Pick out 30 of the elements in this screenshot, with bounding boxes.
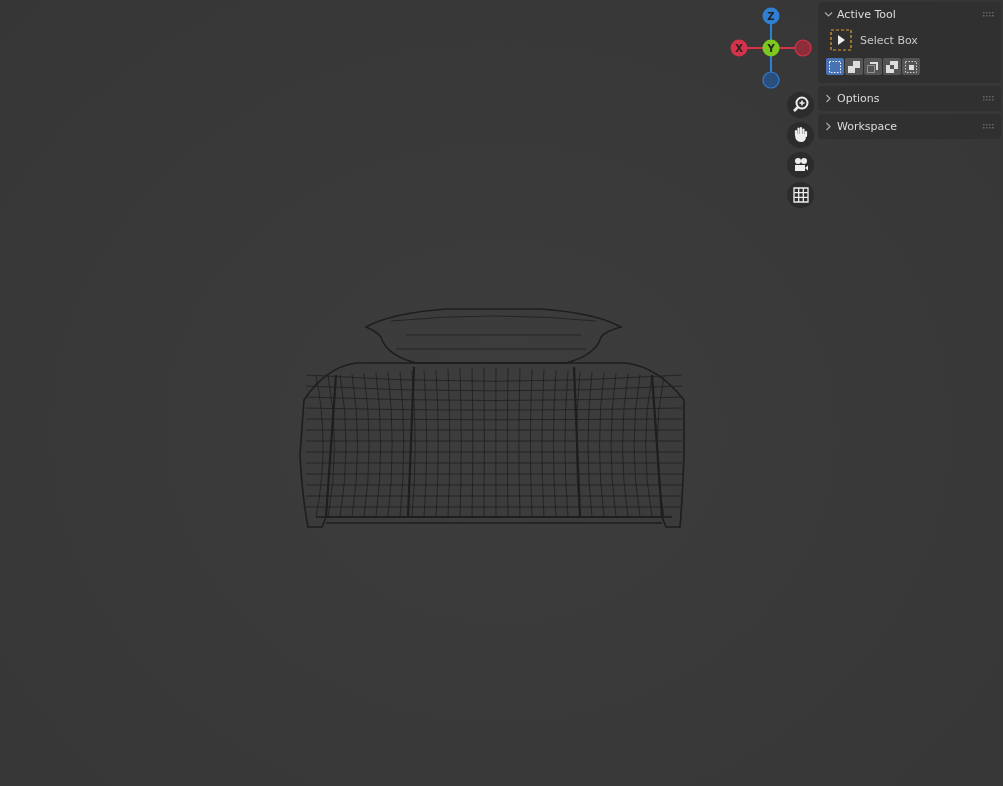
zoom-icon <box>791 96 810 114</box>
panel-header[interactable]: Options <box>818 86 1001 111</box>
selection-mode-button[interactable] <box>902 58 920 75</box>
y-axis-handle[interactable]: Y <box>762 39 780 57</box>
selection-mode-button[interactable] <box>864 58 882 75</box>
panel-title: Active Tool <box>837 8 897 21</box>
panel-header[interactable]: Workspace <box>818 114 1001 139</box>
dashed-square-icon <box>827 58 843 75</box>
camera-button[interactable] <box>787 152 814 178</box>
panel-header[interactable]: Active Tool <box>818 2 1001 27</box>
panel-title: Options <box>837 92 881 105</box>
squares-icon <box>903 58 919 75</box>
grid-icon <box>791 186 810 204</box>
selection-mode-button[interactable] <box>883 58 901 75</box>
grid-button[interactable] <box>787 182 814 208</box>
select-box-icon[interactable] <box>830 29 852 51</box>
tool-name: Select Box <box>860 33 918 47</box>
drag-handle-icon[interactable] <box>983 95 995 102</box>
pan-button[interactable] <box>787 122 814 148</box>
squares-icon <box>884 58 900 75</box>
squares-icon <box>846 58 862 75</box>
z-axis-handle[interactable]: Z <box>762 7 780 25</box>
zoom-button[interactable] <box>787 92 814 118</box>
selection-mode-button[interactable] <box>845 58 863 75</box>
drag-handle-icon[interactable] <box>983 11 995 18</box>
negative-z-axis-handle[interactable] <box>762 71 780 89</box>
panel-title: Workspace <box>837 120 899 133</box>
selection-mode-button[interactable] <box>826 58 844 75</box>
drag-handle-icon[interactable] <box>983 123 995 130</box>
negative-x-axis-handle[interactable] <box>794 39 812 57</box>
